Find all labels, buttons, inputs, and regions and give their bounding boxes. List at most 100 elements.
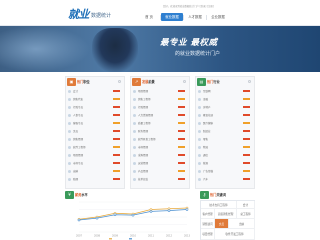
list-item-bar xyxy=(113,146,120,148)
salary-chart-section: ¥ 薪资水平 2007 2008 2009 2010 2011 2012 2013 xyxy=(65,190,195,240)
more-icon[interactable] xyxy=(248,80,251,83)
panel-list: 会计销售代表 行政专员人事专员客服专员 文员销售经理软件工程师 项目经理 市场专员出纳助… xyxy=(66,86,124,183)
keyword-tag[interactable]: 项目经理 xyxy=(201,229,215,240)
keyword-tag[interactable]: 总工程师 xyxy=(237,209,255,219)
more-icon[interactable] xyxy=(118,80,121,83)
list-item-bar xyxy=(113,130,120,132)
list-item[interactable]: 销售工程师 xyxy=(133,95,187,103)
list-bullet-icon xyxy=(133,121,136,125)
list-item[interactable]: 互联网 xyxy=(198,87,252,95)
keyword-tag[interactable]: 软件开发工程师 xyxy=(215,229,255,240)
site-logo[interactable]: 就业 数据统计 xyxy=(68,6,111,20)
list-bullet-icon xyxy=(198,137,201,141)
list-item-label: 通信 xyxy=(203,154,209,157)
list-item[interactable]: 软件开发工程师 xyxy=(133,135,187,143)
nav-talent-data[interactable]: 人才数据 xyxy=(184,13,206,21)
ranking-panel: ↗ 发展前景项目经理销售工程师行政经理人力资源经理质量工程师财务经理 软件开发工程师… xyxy=(130,76,190,189)
list-item[interactable]: 财务经理 xyxy=(133,127,187,135)
keyword-tag[interactable]: 文员 xyxy=(215,219,229,229)
list-item-label: 物流 xyxy=(203,146,209,149)
list-item[interactable]: 软件工程师 xyxy=(68,143,122,151)
list-item[interactable]: 销售经理 xyxy=(68,135,122,143)
nav-company-data[interactable]: 企业数据 xyxy=(207,13,229,21)
list-item[interactable]: 汽车 xyxy=(198,175,252,183)
data-point[interactable] xyxy=(167,209,171,212)
list-item[interactable]: 运营经理 xyxy=(133,159,187,167)
list-bullet-icon xyxy=(68,113,71,117)
list-item-label: 行政经理 xyxy=(138,106,149,109)
list-item[interactable]: 通信 xyxy=(198,151,252,159)
list-item-bar xyxy=(178,178,185,180)
list-item[interactable]: 助理 xyxy=(68,175,122,183)
list-item-label: 会计 xyxy=(73,90,79,93)
list-item[interactable]: 项目经理 xyxy=(133,87,187,95)
list-item[interactable]: 采购经理 xyxy=(133,151,187,159)
list-item[interactable]: 零售 xyxy=(198,135,252,143)
keyword-tag[interactable]: 高级销售经理 xyxy=(215,209,237,219)
list-item[interactable]: 市场专员 xyxy=(68,159,122,167)
list-item[interactable]: 项目经理 xyxy=(68,151,122,159)
list-item-bar xyxy=(243,130,250,132)
data-point[interactable] xyxy=(149,210,153,213)
list-item[interactable]: 房地产 xyxy=(198,103,252,111)
x-tick-label: 2009 xyxy=(112,235,119,238)
list-item[interactable]: 会计 xyxy=(68,87,122,95)
list-item-bar xyxy=(243,106,250,108)
keyword-tag[interactable]: 销售顾问 xyxy=(201,219,215,229)
data-point[interactable] xyxy=(185,208,189,211)
list-bullet-icon xyxy=(68,121,71,125)
data-point[interactable] xyxy=(113,213,117,217)
list-item[interactable]: 产品经理 xyxy=(133,167,187,175)
list-item[interactable]: 物流 xyxy=(198,143,252,151)
list-item[interactable]: 文员 xyxy=(68,127,122,135)
data-point[interactable] xyxy=(95,216,99,220)
list-item[interactable]: 技术总监 xyxy=(133,175,187,183)
list-item[interactable]: 教育培训 xyxy=(198,111,252,119)
panel-list: 项目经理销售工程师行政经理人力资源经理质量工程师财务经理 软件开发工程师市场经理采… xyxy=(131,86,189,183)
keyword-tag[interactable]: 技术支持工程师 xyxy=(201,201,237,209)
list-item[interactable]: 制造业 xyxy=(198,127,252,135)
list-item-label: 采购经理 xyxy=(138,154,149,157)
list-item[interactable]: 行政专员 xyxy=(68,103,122,111)
keyword-tag[interactable]: 客户经理 xyxy=(201,209,215,219)
nav-employment-data[interactable]: 就业数据 xyxy=(161,13,183,21)
list-item-bar xyxy=(243,170,250,172)
list-bullet-icon xyxy=(198,177,201,181)
list-item-bar xyxy=(178,138,185,140)
list-item-bar xyxy=(243,138,250,140)
list-item-label: 销售经理 xyxy=(73,138,84,141)
list-item[interactable]: 医疗健康 xyxy=(198,119,252,127)
keyword-tag[interactable]: 会计 xyxy=(237,201,255,209)
list-item-label: 质量工程师 xyxy=(138,122,151,125)
list-item[interactable]: 能源 xyxy=(198,159,252,167)
data-point[interactable] xyxy=(131,213,135,217)
list-item[interactable]: 客服专员 xyxy=(68,119,122,127)
list-item[interactable]: 金融 xyxy=(198,95,252,103)
list-item-bar xyxy=(243,146,250,148)
data-point[interactable] xyxy=(77,218,81,222)
list-item-label: 产品经理 xyxy=(138,170,149,173)
list-item[interactable]: 市场经理 xyxy=(133,143,187,151)
list-item-label: 人事专员 xyxy=(73,114,84,117)
keywords-title: 热门关键词 xyxy=(210,192,226,197)
list-item-bar xyxy=(243,122,250,124)
keyword-tag[interactable]: 出纳 xyxy=(229,219,255,229)
list-bullet-icon xyxy=(133,113,136,117)
list-item-label: 出纳 xyxy=(73,170,79,173)
hero-banner: 最专业 最权威 的就业数据统计门户 xyxy=(0,26,320,72)
panel-title: 发展前景 xyxy=(142,79,155,84)
panel-header: ↗ 发展前景 xyxy=(131,77,189,86)
list-item[interactable]: 质量工程师 xyxy=(133,119,187,127)
chart-header: ¥ 薪资水平 xyxy=(65,190,195,199)
more-icon[interactable] xyxy=(183,80,186,83)
list-item[interactable]: 人事专员 xyxy=(68,111,122,119)
list-item[interactable]: 销售代表 xyxy=(68,95,122,103)
list-item-label: 项目经理 xyxy=(138,90,149,93)
list-item[interactable]: 出纳 xyxy=(68,167,122,175)
list-item-label: 市场经理 xyxy=(138,146,149,149)
panel-title: 热门行业 xyxy=(207,79,220,84)
list-item[interactable]: 广告传媒 xyxy=(198,167,252,175)
nav-home[interactable]: 首 页 xyxy=(138,13,160,21)
list-item[interactable]: 行政经理 xyxy=(133,103,187,111)
list-item[interactable]: 人力资源经理 xyxy=(133,111,187,119)
